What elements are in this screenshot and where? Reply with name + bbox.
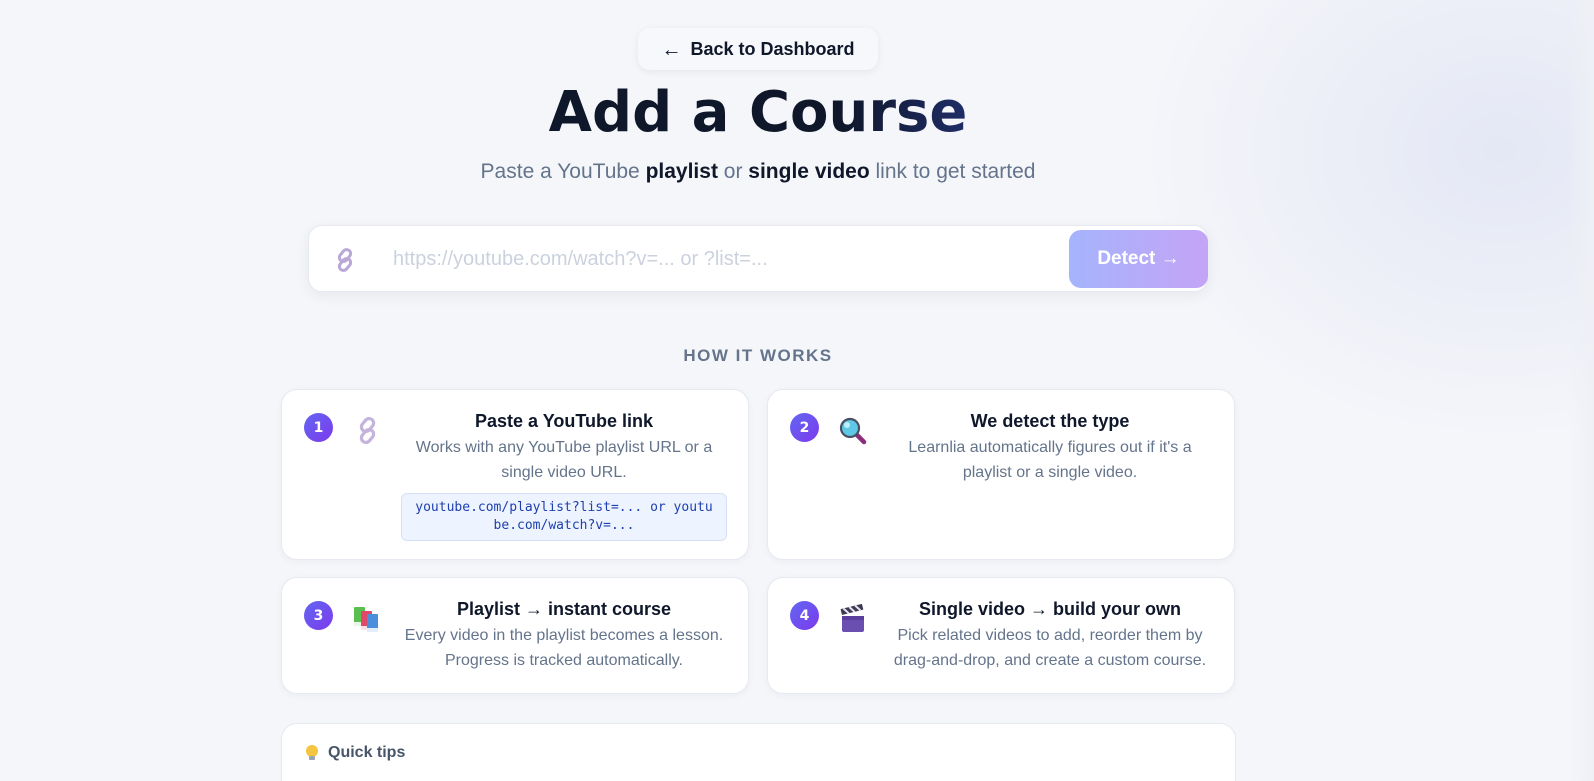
url-input-bar: Detect → <box>308 225 1208 292</box>
detect-button[interactable]: Detect → <box>1069 230 1208 288</box>
url-format-example: youtube.com/playlist?list=... or youtube… <box>401 493 727 541</box>
magnifier-icon <box>839 417 867 445</box>
quick-tips-title: Quick tips <box>328 744 406 761</box>
subtitle-text-3: link to get started <box>869 160 1036 183</box>
step-description: Learnlia automatically figures out if it… <box>908 439 1192 481</box>
page-title-text: Add a Course <box>548 80 968 145</box>
page-subtitle: Paste a YouTube playlist or single video… <box>0 160 1516 184</box>
subtitle-text-2: or <box>717 160 749 183</box>
step-number-badge: 1 <box>304 413 333 442</box>
step-title: Playlist → instant course <box>456 599 672 619</box>
subtitle-text-1: Paste a YouTube <box>480 160 646 183</box>
quick-tips-header: Quick tips <box>304 744 405 762</box>
step-title: Single video → build your own <box>918 599 1181 619</box>
step-number-badge: 4 <box>790 601 819 630</box>
page-title: Add a Course <box>0 80 1516 145</box>
books-icon <box>354 607 378 632</box>
scrollbar-track <box>1568 0 1594 781</box>
subtitle-bold-video: single video <box>748 160 870 183</box>
step-number-badge: 3 <box>304 601 333 630</box>
step-title: Paste a YouTube link <box>474 411 654 431</box>
subtitle-bold-playlist: playlist <box>645 160 718 183</box>
lightbulb-icon <box>306 745 318 760</box>
step-description: Pick related videos to add, reorder them… <box>893 627 1207 669</box>
link-icon <box>337 248 353 272</box>
step-description: Works with any YouTube playlist URL or a… <box>415 439 713 481</box>
step-card-2: 2 We detect the type Learnlia automatica… <box>767 389 1235 560</box>
step-description: Every video in the playlist becomes a le… <box>404 627 724 669</box>
clapperboard-icon <box>840 604 864 632</box>
arrow-left-icon: ← <box>661 38 682 61</box>
link-icon <box>359 416 376 445</box>
youtube-url-input[interactable] <box>393 238 1053 280</box>
step-card-1: 1 Paste a YouTube link Works with any Yo… <box>281 389 749 560</box>
back-button-label: Back to Dashboard <box>690 38 855 59</box>
back-to-dashboard-button[interactable]: ← Back to Dashboard <box>638 28 878 70</box>
step-card-3: 3 Playlist → instant course Every video … <box>281 577 749 694</box>
step-card-4: 4 Single video → build your own Pick rel… <box>767 577 1235 694</box>
how-it-works-heading: HOW IT WORKS <box>683 346 833 365</box>
quick-tips-panel: Quick tips <box>281 723 1236 781</box>
step-title: We detect the type <box>970 411 1130 431</box>
step-number-badge: 2 <box>790 413 819 442</box>
